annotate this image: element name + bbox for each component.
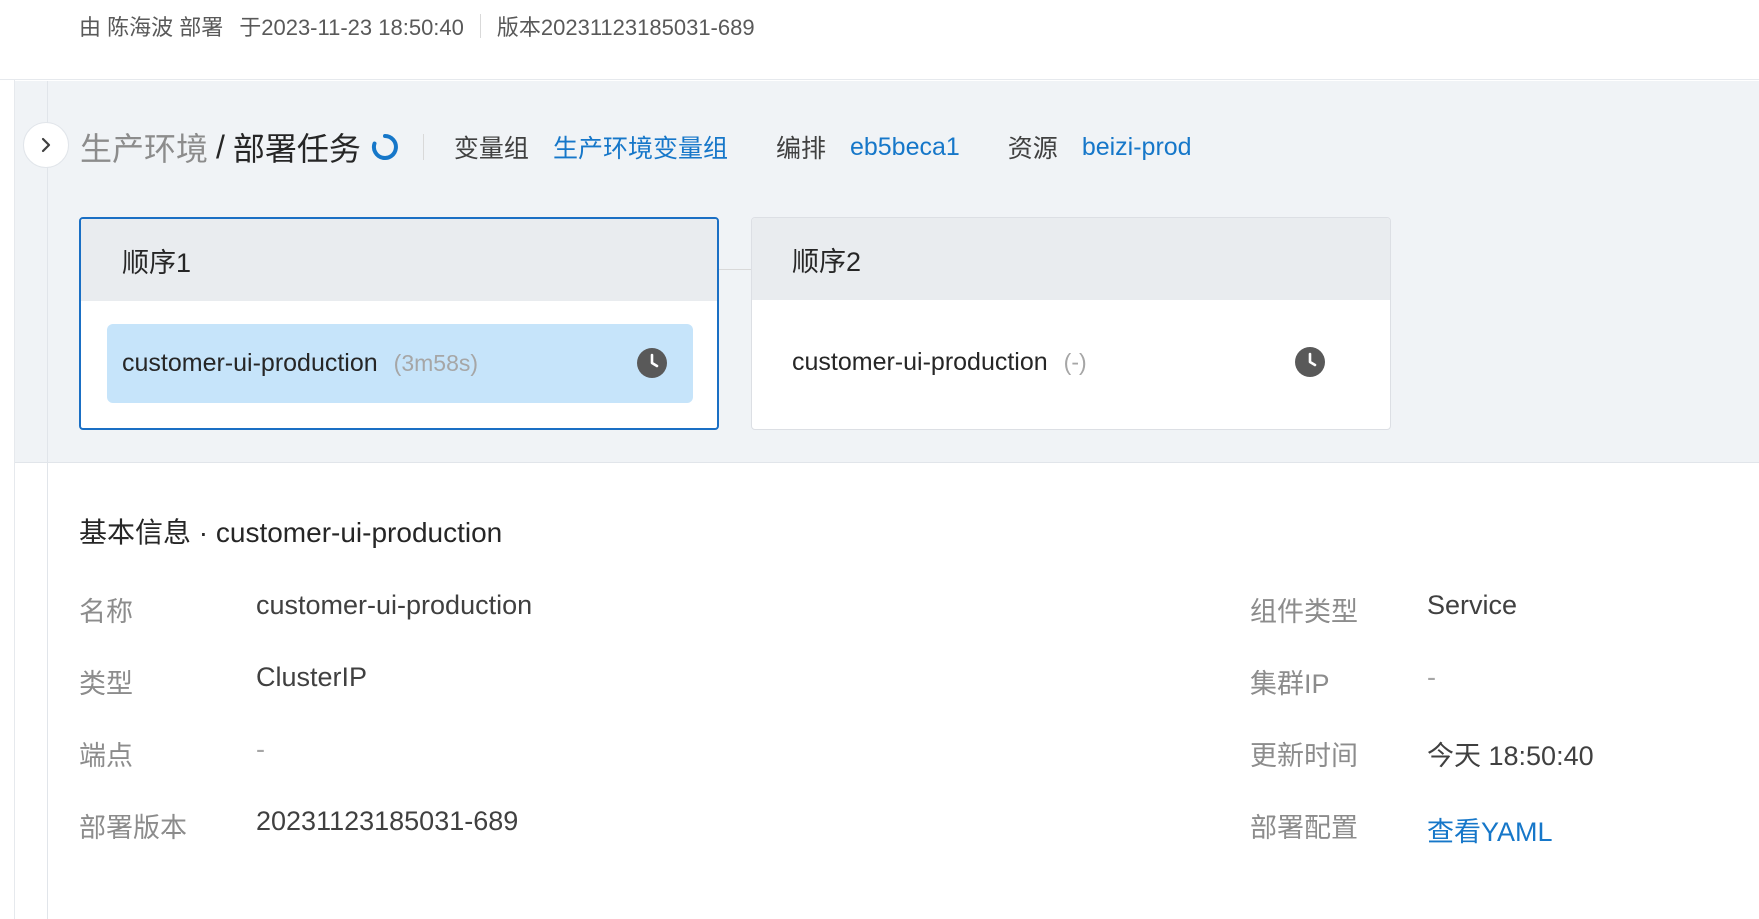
task-duration: (3m58s): [393, 350, 479, 376]
info-row: 名称 customer-ui-production 组件类型 Service: [79, 590, 1679, 630]
orchestration-label: 编排: [775, 135, 826, 163]
clock-icon: [1295, 347, 1325, 377]
info-value: Service: [1427, 590, 1518, 620]
info-row: 类型 ClusterIP 集群IP -: [79, 662, 1679, 702]
deployed-by: 由 陈海波 部署: [79, 15, 224, 40]
info-row: 端点 - 更新时间 今天 18:50:40: [79, 734, 1679, 774]
page-header: 生产环境 / 部署任务 变量组 生产环境变量组 编排 eb5beca1 资源 b…: [80, 124, 1240, 170]
info-value: -: [256, 734, 265, 764]
info-value: customer-ui-production: [256, 590, 533, 620]
expand-sidebar-button[interactable]: [23, 122, 69, 168]
info-key: 端点: [79, 741, 133, 771]
info-key: 更新时间: [1250, 741, 1358, 771]
basic-info-title: 基本信息 · customer-ui-production: [79, 517, 503, 548]
resource-label: 资源: [1007, 135, 1058, 163]
info-value: 今天 18:50:40: [1427, 741, 1594, 771]
info-key: 部署配置: [1250, 813, 1358, 843]
deploy-meta-line: 由 陈海波 部署 于2023-11-23 18:50:40 版本20231123…: [79, 10, 755, 42]
stage-title: 顺序1: [81, 219, 717, 301]
deployed-at: 于2023-11-23 18:50:40: [239, 15, 464, 40]
breadcrumb-separator: /: [216, 128, 225, 165]
info-key: 组件类型: [1250, 597, 1358, 627]
task-duration: (-): [1063, 349, 1087, 375]
task-name: customer-ui-production: [122, 349, 378, 377]
info-value: 20231123185031-689: [256, 806, 519, 836]
info-value: ClusterIP: [256, 662, 368, 692]
var-group-link[interactable]: 生产环境变量组: [553, 129, 728, 165]
info-value: -: [1427, 662, 1436, 692]
breadcrumb-env[interactable]: 生产环境: [80, 124, 208, 170]
deploy-meta-bar: 由 陈海波 部署 于2023-11-23 18:50:40 版本20231123…: [0, 0, 1759, 80]
meta-divider: [479, 14, 481, 38]
info-key: 类型: [79, 669, 133, 699]
deploy-version: 版本20231123185031-689: [496, 15, 755, 40]
task-item[interactable]: customer-ui-production (-): [777, 323, 1363, 402]
clock-icon: [637, 348, 667, 378]
var-group-label: 变量组: [453, 135, 529, 163]
info-key: 集群IP: [1250, 669, 1330, 699]
info-row: 部署版本 20231123185031-689 部署配置 查看YAML: [79, 806, 1679, 849]
stage-card-1[interactable]: 顺序1 customer-ui-production (3m58s): [79, 217, 719, 430]
task-item[interactable]: customer-ui-production (3m58s): [107, 324, 693, 403]
info-key: 名称: [79, 597, 133, 627]
view-yaml-link[interactable]: 查看YAML: [1427, 810, 1553, 849]
stage-title: 顺序2: [752, 218, 1390, 300]
orchestration-link[interactable]: eb5beca1: [850, 133, 960, 162]
chevron-right-icon: [41, 137, 51, 153]
loading-spinner-icon: [371, 134, 398, 160]
stage-connector: [719, 269, 752, 270]
info-key: 部署版本: [79, 813, 187, 843]
stage-card-2[interactable]: 顺序2 customer-ui-production (-): [751, 217, 1391, 430]
header-divider: [422, 134, 424, 160]
resource-link[interactable]: beizi-prod: [1082, 133, 1192, 162]
task-name: customer-ui-production: [792, 348, 1048, 376]
content-rail: [47, 81, 48, 919]
page-title: 部署任务: [232, 131, 361, 167]
